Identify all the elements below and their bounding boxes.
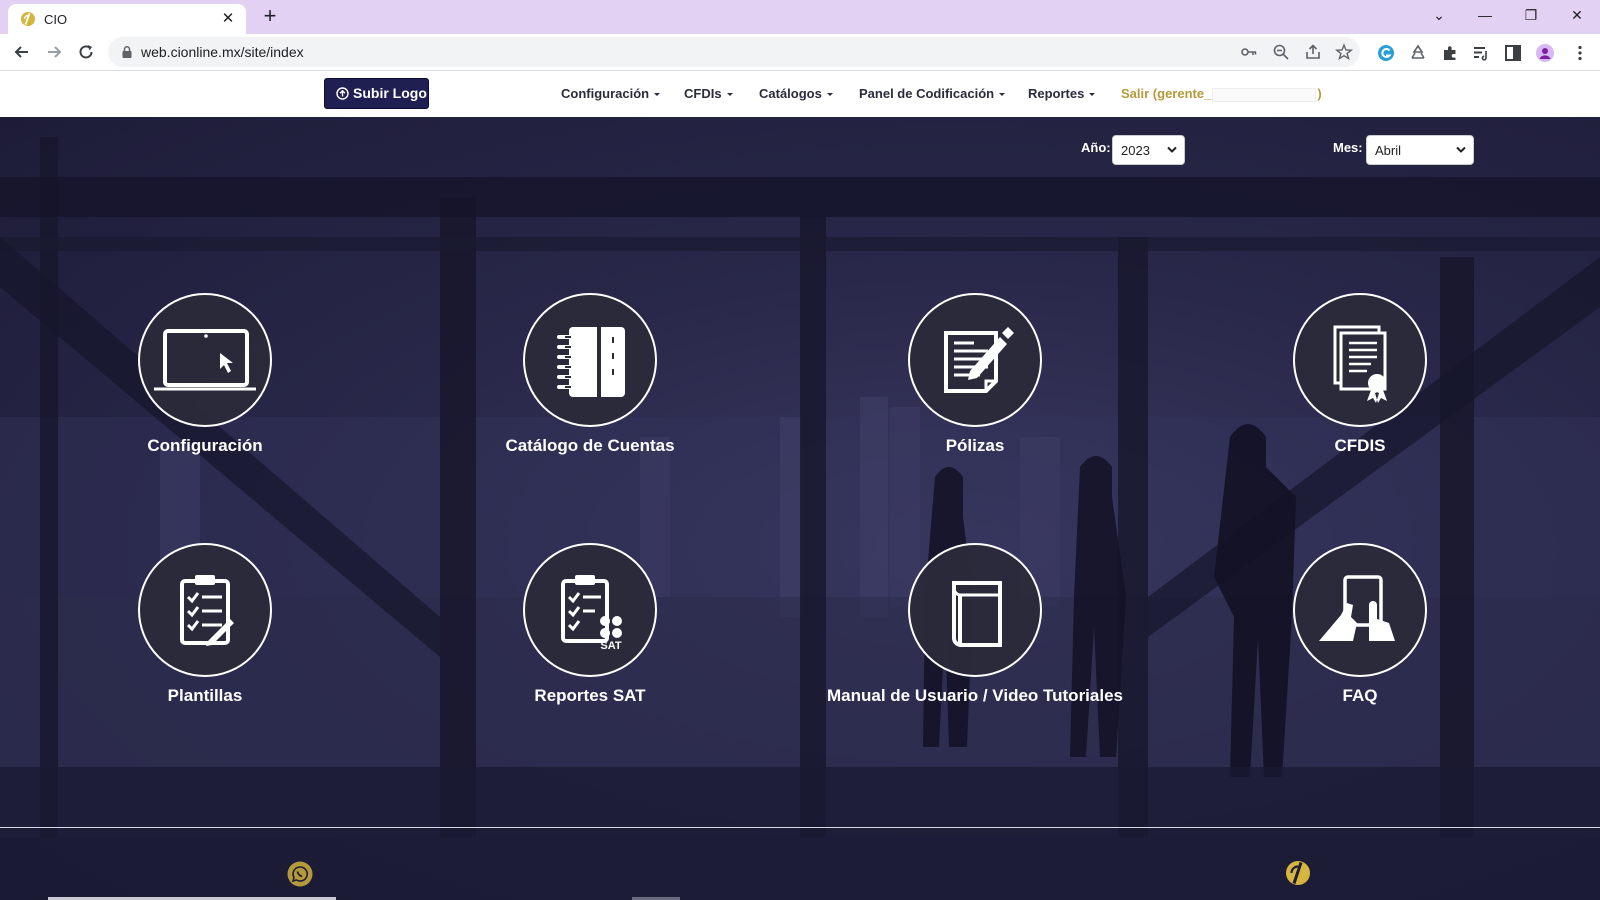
caret-down-icon xyxy=(999,93,1006,97)
extension-recycle-icon[interactable] xyxy=(1408,43,1428,63)
menu-catalogos[interactable]: Catálogos xyxy=(759,86,833,101)
back-arrow-icon[interactable] xyxy=(9,39,35,65)
bookmark-star-icon[interactable] xyxy=(1335,43,1353,61)
site-navbar: Subir Logo Configuración CFDIs Catálogos… xyxy=(0,71,1600,117)
sat-badge-text: SAT xyxy=(600,640,621,652)
certificate-icon xyxy=(1333,325,1387,403)
chevron-down-icon xyxy=(1167,146,1177,153)
menu-label: Reportes xyxy=(1028,86,1085,101)
side-panel-icon[interactable] xyxy=(1503,43,1523,63)
notebook-icon xyxy=(557,327,625,397)
year-label: Año: xyxy=(1081,140,1111,155)
menu-panel-codificacion[interactable]: Panel de Codificación xyxy=(859,86,1006,101)
tile-circle[interactable] xyxy=(1293,543,1427,677)
cio-logo-icon xyxy=(1286,861,1310,885)
tab-title: CIO xyxy=(44,12,68,27)
menu-cfdis[interactable]: CFDIs xyxy=(684,86,733,101)
browser-toolbar: web.cionline.mx/site/index xyxy=(0,34,1600,71)
new-tab-button[interactable]: + xyxy=(258,5,282,29)
extensions-puzzle-icon[interactable] xyxy=(1440,43,1460,63)
document-edit-icon xyxy=(944,327,1014,393)
cio-favicon-icon xyxy=(21,12,35,26)
office-background-image xyxy=(0,137,1600,900)
hero-dashboard: Año: 2023 Mes: Abril Configuración Catál… xyxy=(0,117,1600,900)
menu-label: Panel de Codificación xyxy=(859,86,995,101)
upload-logo-button[interactable]: Subir Logo xyxy=(324,78,429,109)
month-value: Abril xyxy=(1375,143,1402,158)
tile-circle[interactable] xyxy=(908,293,1042,427)
tile-label: CFDIS xyxy=(1334,436,1386,455)
tile-label: Manual de Usuario / Video Tutoriales xyxy=(827,686,1123,705)
redacted-username xyxy=(1212,87,1317,102)
clipboard-checklist-icon xyxy=(180,575,234,646)
caret-down-icon xyxy=(1089,93,1096,97)
book-icon xyxy=(951,581,1002,647)
tile-circle[interactable] xyxy=(523,293,657,427)
tab-close-icon[interactable]: ✕ xyxy=(218,9,238,29)
browser-menu-icon[interactable] xyxy=(1570,43,1590,63)
menu-label: Configuración xyxy=(561,86,650,101)
chevron-down-icon xyxy=(1456,146,1466,153)
menu-reportes[interactable]: Reportes xyxy=(1028,86,1096,101)
reading-list-icon[interactable] xyxy=(1471,43,1491,63)
upload-circle-icon xyxy=(336,87,349,100)
tile-circle[interactable] xyxy=(1293,293,1427,427)
laptop-icon xyxy=(154,329,256,391)
reload-icon[interactable] xyxy=(73,39,99,65)
minimize-button[interactable]: — xyxy=(1462,0,1508,30)
footer-divider xyxy=(0,827,1600,828)
url-text: web.cionline.mx/site/index xyxy=(141,44,304,60)
tile-label: Reportes SAT xyxy=(534,686,646,705)
zoom-out-icon[interactable] xyxy=(1272,43,1290,61)
logout-prefix: Salir (gerente_ xyxy=(1121,86,1212,101)
browser-tab[interactable]: CIO ✕ xyxy=(8,4,246,34)
forward-arrow-icon[interactable] xyxy=(41,39,67,65)
tab-search-chevron-icon[interactable]: ⌄ xyxy=(1416,0,1462,30)
address-bar[interactable]: web.cionline.mx/site/index xyxy=(108,37,1360,67)
year-select[interactable]: 2023 xyxy=(1112,135,1185,165)
touch-tablet-icon xyxy=(1319,575,1395,641)
logout-suffix: ) xyxy=(1317,86,1322,101)
tile-label: FAQ xyxy=(1342,686,1378,705)
tile-label: Pólizas xyxy=(945,436,1005,455)
caret-down-icon xyxy=(726,93,733,97)
share-icon[interactable] xyxy=(1304,43,1322,61)
restore-button[interactable]: ❐ xyxy=(1508,0,1554,30)
tile-circle[interactable] xyxy=(138,543,272,677)
close-window-button[interactable]: ✕ xyxy=(1554,0,1600,30)
profile-avatar-icon[interactable] xyxy=(1535,43,1555,63)
tile-label: Plantillas xyxy=(167,686,243,705)
browser-tab-strip: CIO ✕ + ⌄ — ❐ ✕ xyxy=(0,0,1600,34)
tile-circle[interactable] xyxy=(138,293,272,427)
whatsapp-icon[interactable] xyxy=(287,861,313,887)
lock-icon xyxy=(122,46,132,58)
caret-down-icon xyxy=(654,93,661,97)
month-select[interactable]: Abril xyxy=(1366,135,1474,165)
menu-label: Catálogos xyxy=(759,86,822,101)
upload-logo-label: Subir Logo xyxy=(353,85,427,101)
extension-grammar-icon[interactable] xyxy=(1376,43,1396,63)
year-value: 2023 xyxy=(1121,143,1150,158)
logout-link[interactable]: Salir (gerente_) xyxy=(1121,86,1322,102)
tile-circle[interactable]: SAT xyxy=(523,543,657,677)
tile-circle[interactable] xyxy=(908,543,1042,677)
tile-label: Configuración xyxy=(147,436,263,455)
menu-configuracion[interactable]: Configuración xyxy=(561,86,661,101)
month-label: Mes: xyxy=(1333,140,1363,155)
menu-label: CFDIs xyxy=(684,86,722,101)
tile-label: Catálogo de Cuentas xyxy=(505,436,675,455)
caret-down-icon xyxy=(826,93,833,97)
sat-report-icon: SAT xyxy=(561,575,622,652)
key-icon[interactable] xyxy=(1240,43,1258,61)
